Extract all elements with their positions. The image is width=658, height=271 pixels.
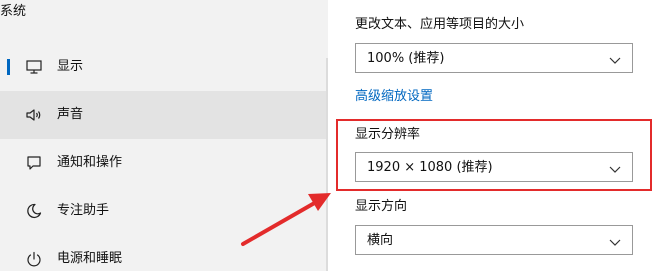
- moon-icon: [25, 202, 43, 220]
- sidebar-item-focus-assist[interactable]: 专注助手: [0, 187, 328, 235]
- sidebar-item-label: 声音: [57, 107, 84, 122]
- sidebar-item-label: 专注助手: [57, 203, 110, 218]
- notification-icon: [25, 154, 43, 172]
- sidebar-title: 系统: [0, 4, 27, 19]
- sidebar-item-power-sleep[interactable]: 电源和睡眠: [0, 235, 328, 271]
- sidebar-item-label: 通知和操作: [57, 155, 123, 170]
- scale-dropdown[interactable]: 100% (推荐): [355, 43, 633, 73]
- speaker-icon: [25, 106, 43, 124]
- resolution-label: 显示分辨率: [355, 127, 421, 142]
- power-icon: [25, 250, 43, 268]
- scale-dropdown-value: 100% (推荐): [367, 51, 445, 66]
- sidebar-item-notifications[interactable]: 通知和操作: [0, 139, 328, 187]
- orientation-dropdown[interactable]: 横向: [355, 225, 633, 255]
- chevron-down-icon: [608, 52, 622, 66]
- resolution-dropdown[interactable]: 1920 × 1080 (推荐): [355, 152, 633, 182]
- orientation-dropdown-value: 横向: [367, 233, 394, 248]
- chevron-down-icon: [608, 234, 622, 248]
- sidebar-item-display[interactable]: 显示: [0, 43, 328, 91]
- advanced-scaling-link[interactable]: 高级缩放设置: [355, 88, 433, 106]
- selected-indicator: [7, 59, 10, 75]
- sidebar-item-label: 电源和睡眠: [57, 251, 123, 266]
- scale-label: 更改文本、应用等项目的大小: [355, 17, 525, 32]
- resolution-dropdown-value: 1920 × 1080 (推荐): [367, 160, 493, 175]
- sidebar-item-sound[interactable]: 声音: [0, 91, 328, 139]
- orientation-label: 显示方向: [355, 199, 408, 214]
- sidebar: 系统 显示 声音 通知和操作 专注助手 电源和睡眠: [0, 0, 328, 271]
- monitor-icon: [25, 58, 43, 76]
- sidebar-item-label: 显示: [57, 59, 84, 74]
- chevron-down-icon: [608, 161, 622, 175]
